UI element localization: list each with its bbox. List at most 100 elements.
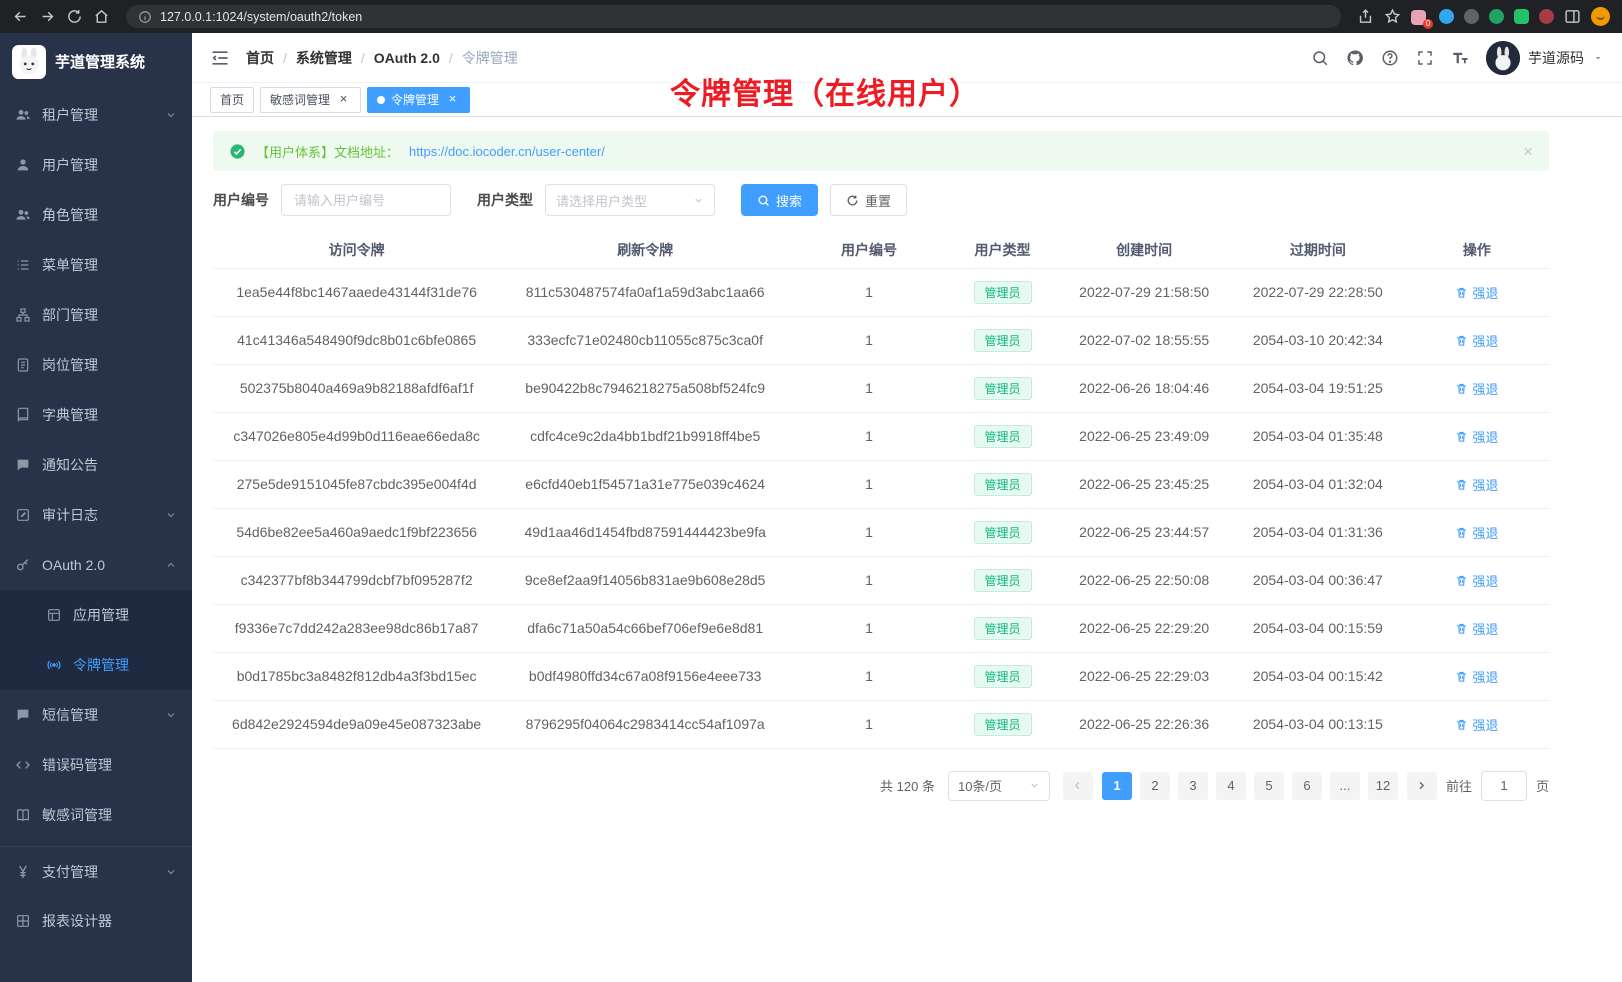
address-bar[interactable]: 127.0.0.1:1024/system/oauth2/token (126, 5, 1341, 28)
access-token-cell: 54d6be82ee5a460a9aedc1f9bf223656 (213, 508, 500, 556)
font-size-icon[interactable] (1451, 49, 1469, 67)
table-row: 54d6be82ee5a460a9aedc1f9bf22365649d1aa46… (213, 508, 1549, 556)
extension-icon[interactable] (1464, 9, 1479, 24)
tab-sensitive-word[interactable]: 敏感词管理× (260, 87, 361, 113)
access-token-cell: f9336e7c7dd242a283ee98dc86b17a87 (213, 604, 500, 652)
sidebar-item-dept[interactable]: 部门管理 (0, 290, 192, 340)
sidebar-item-dict[interactable]: 字典管理 (0, 390, 192, 440)
page-button-2[interactable]: 2 (1140, 772, 1170, 800)
page-button-3[interactable]: 3 (1178, 772, 1208, 800)
user-type-select[interactable]: 请选择用户类型 (545, 184, 715, 216)
force-logout-link[interactable]: 强退 (1455, 667, 1498, 686)
expire-time-cell: 2054-03-04 00:15:42 (1231, 652, 1405, 700)
side-panel-icon[interactable] (1564, 8, 1581, 25)
tenant-icon (15, 107, 31, 123)
sidebar-item-role[interactable]: 角色管理 (0, 190, 192, 240)
refresh-icon (846, 194, 859, 207)
sidebar-item-label: 租户管理 (42, 105, 154, 125)
tab-home[interactable]: 首页 (210, 87, 254, 113)
app-logo-row[interactable]: 芋道管理系统 (0, 33, 192, 90)
force-logout-link[interactable]: 强退 (1455, 475, 1498, 494)
search-button[interactable]: 搜索 (741, 184, 818, 216)
user-id-input[interactable] (281, 184, 451, 216)
user-id-cell: 1 (790, 316, 948, 364)
prev-page-button[interactable] (1063, 772, 1093, 800)
bookmark-star-icon[interactable] (1384, 8, 1401, 25)
sidebar-item-menu[interactable]: 菜单管理 (0, 240, 192, 290)
sidebar-item-oauth2[interactable]: OAuth 2.0 (0, 540, 192, 590)
create-time-cell: 2022-06-26 18:04:46 (1057, 364, 1231, 412)
doc-link[interactable]: https://doc.iocoder.cn/user-center/ (409, 144, 605, 159)
share-icon[interactable] (1357, 8, 1374, 25)
user-type-badge: 管理员 (974, 569, 1032, 592)
page-ellipsis[interactable]: ... (1330, 772, 1360, 800)
tab-close-icon[interactable]: × (445, 92, 460, 107)
extension-icon[interactable] (1439, 9, 1454, 24)
fullscreen-icon[interactable] (1416, 49, 1434, 67)
create-time-cell: 2022-06-25 22:29:03 (1057, 652, 1231, 700)
browser-profile-avatar[interactable] (1591, 7, 1610, 26)
breadcrumb-item[interactable]: 首页 (246, 48, 274, 68)
back-icon[interactable] (12, 8, 29, 25)
sidebar-item-post[interactable]: 岗位管理 (0, 340, 192, 390)
search-icon[interactable] (1311, 49, 1329, 67)
sidebar-item-report[interactable]: 报表设计器 (0, 896, 192, 946)
role-icon (15, 207, 31, 223)
goto-page-input[interactable] (1481, 771, 1527, 801)
user-type-badge: 管理员 (974, 281, 1032, 304)
force-logout-label: 强退 (1472, 571, 1498, 590)
alert-close-icon[interactable]: × (1523, 143, 1533, 160)
reset-button[interactable]: 重置 (830, 184, 907, 216)
page-button-1[interactable]: 1 (1102, 772, 1132, 800)
site-info-icon[interactable] (138, 10, 152, 24)
sidebar-item-pay[interactable]: 支付管理 (0, 846, 192, 896)
sidebar-subitem-token[interactable]: 令牌管理 (0, 640, 192, 690)
user-menu[interactable]: 芋道源码 (1486, 41, 1604, 75)
force-logout-link[interactable]: 强退 (1455, 619, 1498, 638)
reload-icon[interactable] (66, 8, 83, 25)
extension-icon[interactable] (1489, 9, 1504, 24)
page-button-4[interactable]: 4 (1216, 772, 1246, 800)
breadcrumb-item[interactable]: 系统管理 (296, 48, 352, 68)
action-cell: 强退 (1405, 604, 1549, 652)
refresh-token-cell: 811c530487574fa0af1a59d3abc1aa66 (500, 268, 790, 316)
sidebar-item-sensitive-word[interactable]: 敏感词管理 (0, 790, 192, 840)
extensions-puzzle-icon[interactable] (1514, 9, 1529, 24)
force-logout-link[interactable]: 强退 (1455, 523, 1498, 542)
next-page-button[interactable] (1407, 772, 1437, 800)
sidebar-item-error-code[interactable]: 错误码管理 (0, 740, 192, 790)
goto-suffix: 页 (1536, 776, 1549, 795)
sidebar-item-label: 角色管理 (42, 205, 177, 225)
page-button-5[interactable]: 5 (1254, 772, 1284, 800)
force-logout-link[interactable]: 强退 (1455, 715, 1498, 734)
breadcrumb-item[interactable]: OAuth 2.0 (374, 50, 440, 66)
force-logout-link[interactable]: 强退 (1455, 283, 1498, 302)
sidebar-item-audit-log[interactable]: 审计日志 (0, 490, 192, 540)
force-logout-link[interactable]: 强退 (1455, 571, 1498, 590)
sidebar-item-sms[interactable]: 短信管理 (0, 690, 192, 740)
tab-close-icon[interactable]: × (336, 92, 351, 107)
page-button-6[interactable]: 6 (1292, 772, 1322, 800)
extension-icon[interactable]: 0 (1411, 8, 1429, 26)
force-logout-label: 强退 (1472, 619, 1498, 638)
user-type-badge: 管理员 (974, 665, 1032, 688)
user-avatar (1486, 41, 1520, 75)
force-logout-link[interactable]: 强退 (1455, 427, 1498, 446)
home-icon[interactable] (93, 8, 110, 25)
tab-token[interactable]: 令牌管理× (367, 87, 470, 113)
forward-icon[interactable] (39, 8, 56, 25)
extension-icon[interactable] (1539, 9, 1554, 24)
force-logout-link[interactable]: 强退 (1455, 331, 1498, 350)
page-button-12[interactable]: 12 (1368, 772, 1398, 800)
sidebar-subitem-app[interactable]: 应用管理 (0, 590, 192, 640)
sidebar-item-label: 报表设计器 (42, 911, 177, 931)
help-icon[interactable] (1381, 49, 1399, 67)
user-id-cell: 1 (790, 604, 948, 652)
page-size-select[interactable]: 10条/页 (948, 771, 1050, 801)
sidebar-item-tenant[interactable]: 租户管理 (0, 90, 192, 140)
sidebar-toggle-icon[interactable] (210, 48, 230, 68)
sidebar-item-notice[interactable]: 通知公告 (0, 440, 192, 490)
sidebar-item-user[interactable]: 用户管理 (0, 140, 192, 190)
force-logout-link[interactable]: 强退 (1455, 379, 1498, 398)
github-icon[interactable] (1346, 49, 1364, 67)
